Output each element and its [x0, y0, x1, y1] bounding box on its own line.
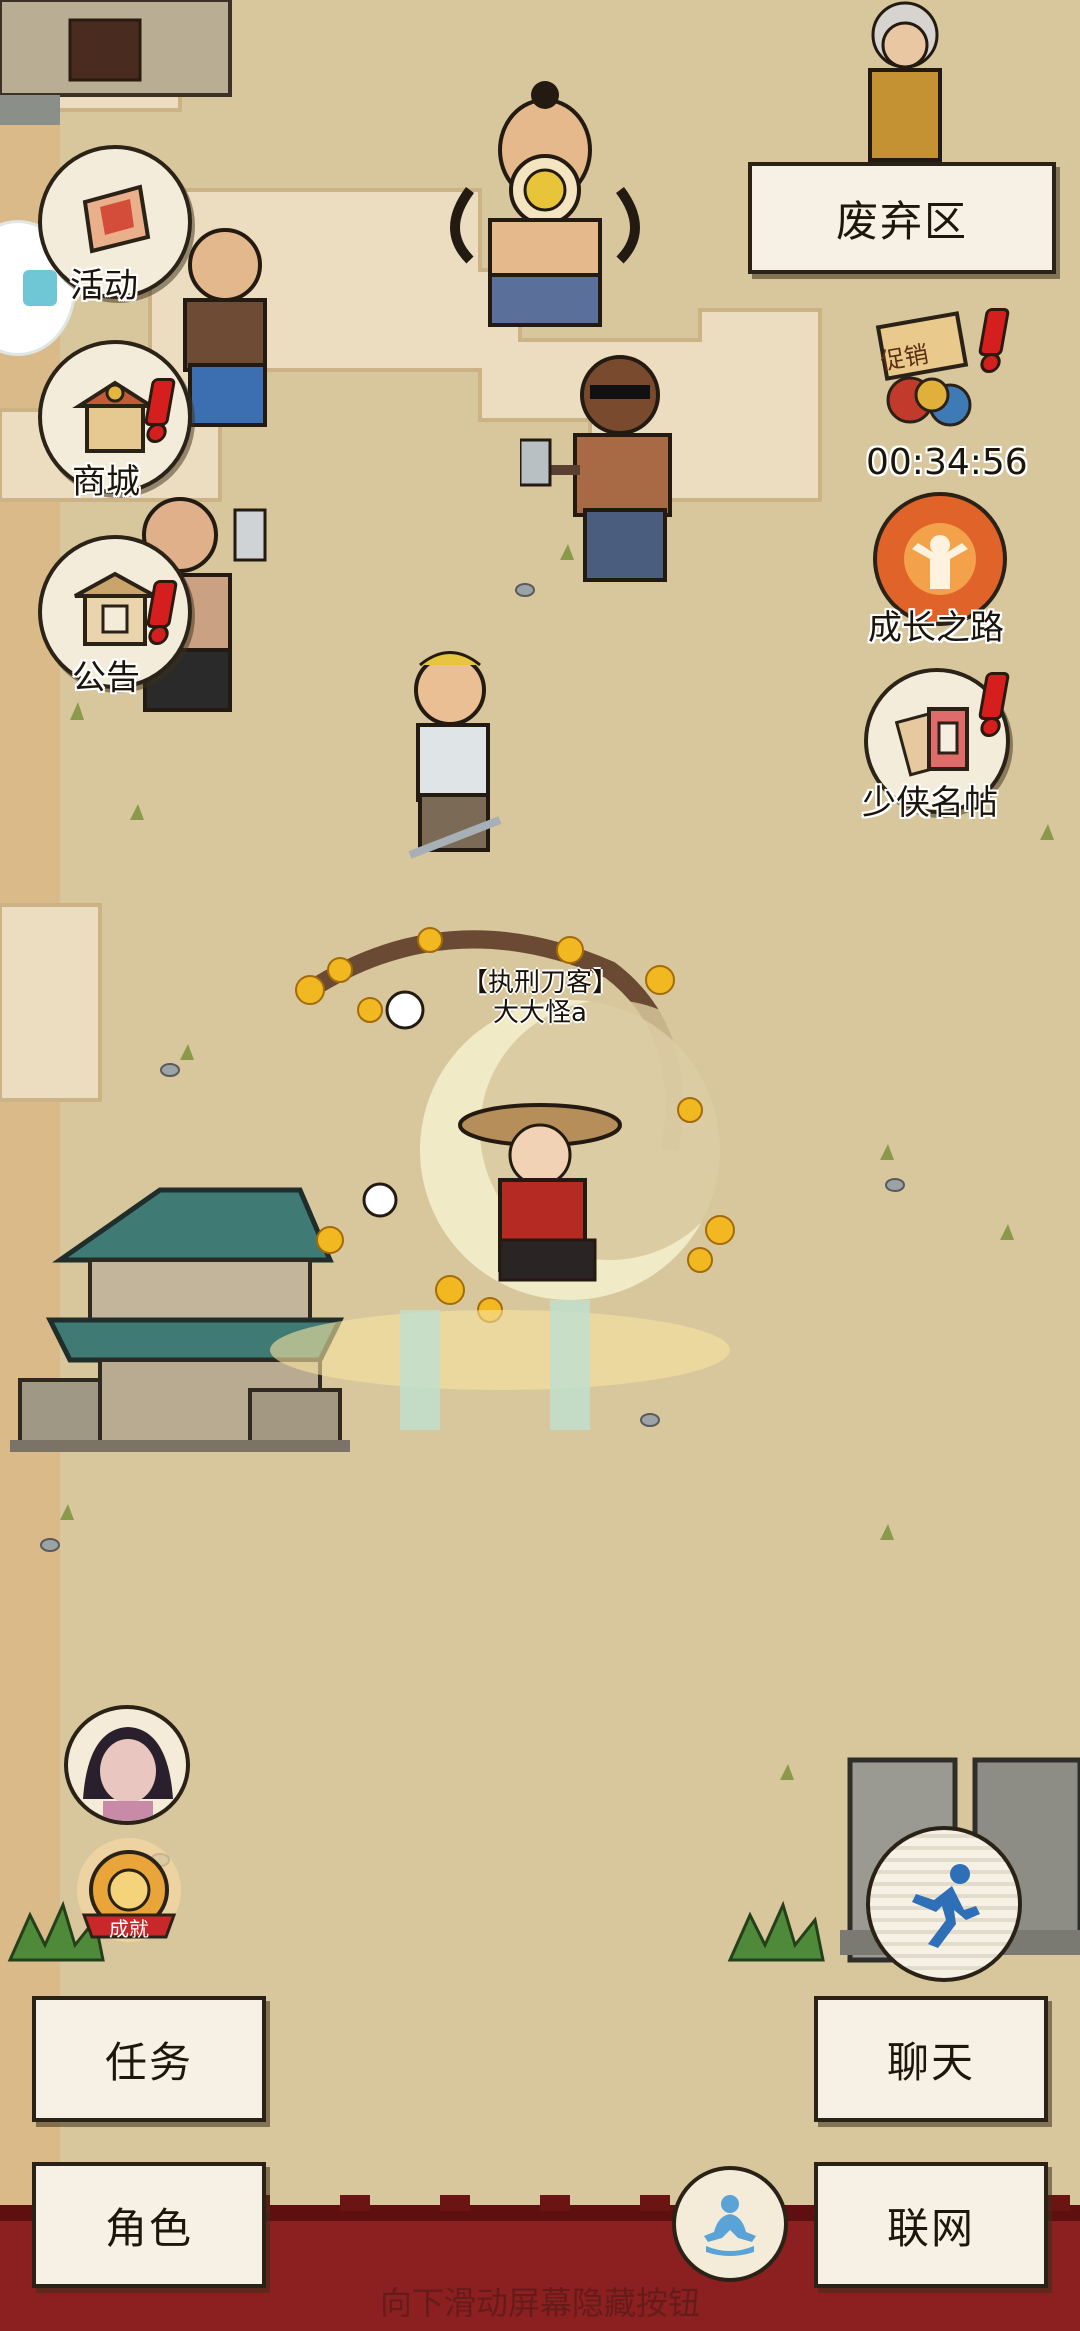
growth-figure-icon — [904, 523, 976, 595]
avatar — [83, 1727, 173, 1821]
achievement-label: 成就 — [109, 1917, 149, 1941]
promo-timer: 00:34:56 — [866, 442, 1028, 483]
running-figure-icon — [912, 1864, 980, 1948]
role-button[interactable]: 角色 — [32, 2162, 266, 2288]
network-button[interactable]: 联网 — [814, 2162, 1048, 2288]
activity-label: 活动 — [70, 266, 138, 306]
meditation-icon — [704, 2195, 756, 2256]
flag-icon — [82, 184, 151, 254]
promo-button[interactable]: 促销 — [870, 300, 1000, 440]
meditate-button[interactable] — [672, 2166, 788, 2282]
hero-profile-label: 少侠名帖 — [862, 783, 998, 823]
player-name: 大大怪a — [493, 998, 587, 1028]
name-card-icon — [894, 707, 969, 777]
npc-axe-fighter-sunglasses[interactable] — [520, 345, 700, 595]
companion-avatar[interactable] — [64, 1705, 190, 1825]
chat-label: 聊天 — [886, 2037, 975, 2087]
network-label: 联网 — [886, 2203, 975, 2253]
location-label: 废弃区 — [835, 196, 968, 246]
npc-warrior-with-mask[interactable] — [430, 80, 660, 340]
chat-button[interactable]: 聊天 — [814, 1996, 1048, 2122]
sprint-button[interactable] — [866, 1826, 1022, 1982]
npc-old-woman[interactable] — [850, 0, 960, 165]
hide-buttons-hint: 向下滑动屏幕隐藏按钮 — [379, 2284, 700, 2322]
player-name-plate: 【执刑刀客】 大大怪a — [440, 968, 640, 1028]
task-label: 任务 — [104, 2037, 193, 2087]
npc-sword-youth[interactable] — [380, 640, 530, 870]
achievement-button[interactable]: 成就 — [64, 1835, 194, 1955]
notice-board-icon — [74, 571, 156, 646]
player-title: 【执刑刀客】 — [461, 968, 618, 998]
notice-label: 公告 — [72, 658, 140, 698]
shop-label: 商城 — [72, 462, 140, 502]
role-label: 角色 — [104, 2203, 193, 2253]
task-button[interactable]: 任务 — [32, 1996, 266, 2122]
growth-path-label: 成长之路 — [868, 608, 1004, 648]
location-sign: 废弃区 — [748, 162, 1056, 274]
